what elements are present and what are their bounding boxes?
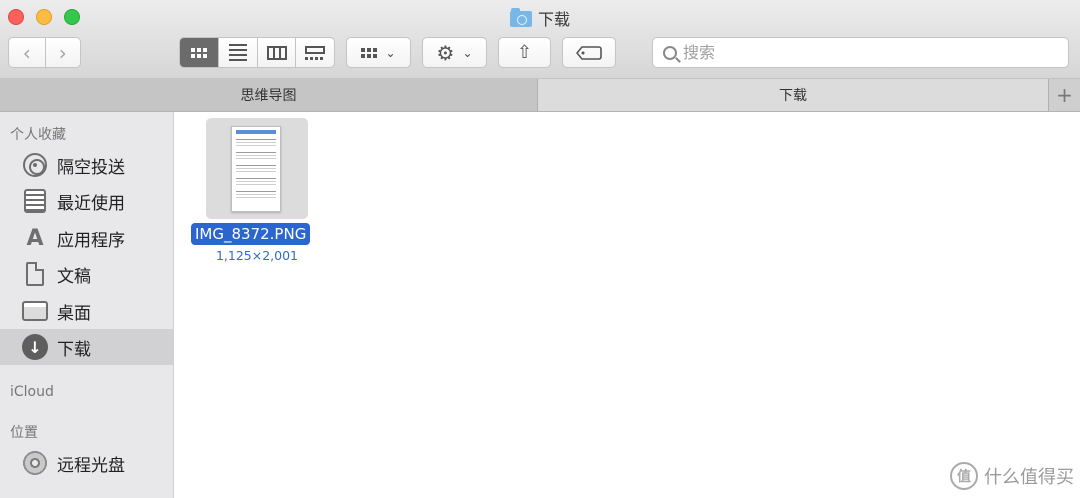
- window-title: 下载: [0, 6, 1080, 30]
- action-menu-button[interactable]: ⚙ ⌄: [422, 37, 487, 68]
- sidebar-item-downloads[interactable]: ↓ 下载: [0, 329, 173, 365]
- group-by-button[interactable]: ⌄: [346, 37, 411, 68]
- chevron-down-icon: ⌄: [385, 45, 396, 60]
- sidebar-item-applications[interactable]: A 应用程序: [0, 220, 173, 256]
- chevron-down-icon: ⌄: [462, 45, 473, 60]
- gear-icon: ⚙: [436, 40, 455, 65]
- sidebar-item-label: 最近使用: [57, 193, 125, 214]
- new-tab-button[interactable]: +: [1048, 79, 1080, 111]
- tab-bar: 思维导图 下载 +: [0, 79, 1080, 112]
- chevron-left-icon: ‹: [22, 40, 31, 65]
- sidebar-item-documents[interactable]: 文稿: [0, 256, 173, 292]
- share-button[interactable]: ⇧: [498, 37, 551, 68]
- disc-icon: [22, 450, 48, 476]
- recents-icon: [24, 189, 46, 213]
- applications-icon: A: [26, 225, 44, 251]
- gallery-view-icon: [305, 45, 326, 60]
- sidebar-section-icloud[interactable]: iCloud: [10, 384, 54, 400]
- sidebar: 个人收藏 隔空投送 最近使用 A 应用程序 文稿 桌面 ↓ 下载 iCloud …: [0, 112, 174, 498]
- column-view-icon: [266, 45, 287, 60]
- plus-icon: +: [1056, 83, 1073, 107]
- sidebar-item-label: 桌面: [57, 303, 91, 324]
- tag-icon: [576, 45, 602, 60]
- tab-downloads[interactable]: 下载: [538, 79, 1048, 111]
- file-browser-content[interactable]: IMG_8372.PNG 1,125×2,001 值 什么值得买: [174, 112, 1080, 498]
- finder-window: 下载 ‹ › ⌄ ⚙ ⌄ ⇧ 搜索 思维导图 下载 + 个人收藏 隔空投送 最近…: [0, 0, 1080, 498]
- icon-view-icon: [191, 47, 208, 58]
- share-icon: ⇧: [516, 42, 533, 63]
- airdrop-icon: [23, 153, 47, 177]
- back-button[interactable]: ‹: [9, 38, 45, 67]
- watermark: 值 什么值得买: [950, 462, 1074, 490]
- forward-button[interactable]: ›: [44, 38, 81, 67]
- sidebar-item-desktop[interactable]: 桌面: [0, 293, 173, 329]
- documents-icon: [26, 262, 44, 286]
- sidebar-item-label: 隔空投送: [57, 157, 125, 178]
- tab-label: 下载: [779, 88, 807, 104]
- file-name[interactable]: IMG_8372.PNG: [191, 223, 311, 245]
- icon-view-button[interactable]: [180, 38, 219, 67]
- title-bar: 下载 ‹ › ⌄ ⚙ ⌄ ⇧ 搜索: [0, 0, 1080, 79]
- sidebar-section-locations: 位置: [10, 425, 38, 441]
- list-view-icon: [229, 44, 248, 61]
- window-title-text: 下载: [537, 10, 570, 29]
- sidebar-item-label: 应用程序: [57, 230, 125, 251]
- list-view-button[interactable]: [218, 38, 257, 67]
- sidebar-item-label: 文稿: [57, 266, 91, 287]
- file-dimensions: 1,125×2,001: [215, 248, 299, 263]
- watermark-text: 什么值得买: [984, 467, 1074, 488]
- tab-mind-map[interactable]: 思维导图: [0, 79, 538, 111]
- sidebar-item-label: 下载: [57, 339, 91, 360]
- image-thumbnail: [231, 126, 281, 212]
- smzdm-logo-icon: 值: [950, 462, 978, 490]
- downloads-folder-icon: [509, 8, 532, 27]
- tags-button[interactable]: [562, 37, 616, 68]
- sidebar-item-label: 远程光盘: [57, 455, 125, 476]
- sidebar-section-favorites: 个人收藏: [10, 127, 66, 143]
- view-mode-group: [179, 37, 335, 68]
- desktop-icon: [22, 301, 48, 321]
- search-field[interactable]: [652, 37, 1069, 68]
- tab-label: 思维导图: [240, 88, 297, 104]
- chevron-right-icon: ›: [58, 40, 67, 65]
- column-view-button[interactable]: [256, 38, 296, 67]
- group-grid-icon: [361, 47, 378, 58]
- search-input[interactable]: [683, 43, 1043, 62]
- search-icon: [663, 45, 677, 60]
- gallery-view-button[interactable]: [295, 38, 334, 67]
- sidebar-item-airdrop[interactable]: 隔空投送: [0, 147, 173, 183]
- back-forward-group: ‹ ›: [8, 37, 81, 68]
- sidebar-item-remote-disc[interactable]: 远程光盘: [0, 445, 173, 481]
- sidebar-item-recents[interactable]: 最近使用: [0, 183, 173, 219]
- download-icon: ↓: [22, 334, 48, 360]
